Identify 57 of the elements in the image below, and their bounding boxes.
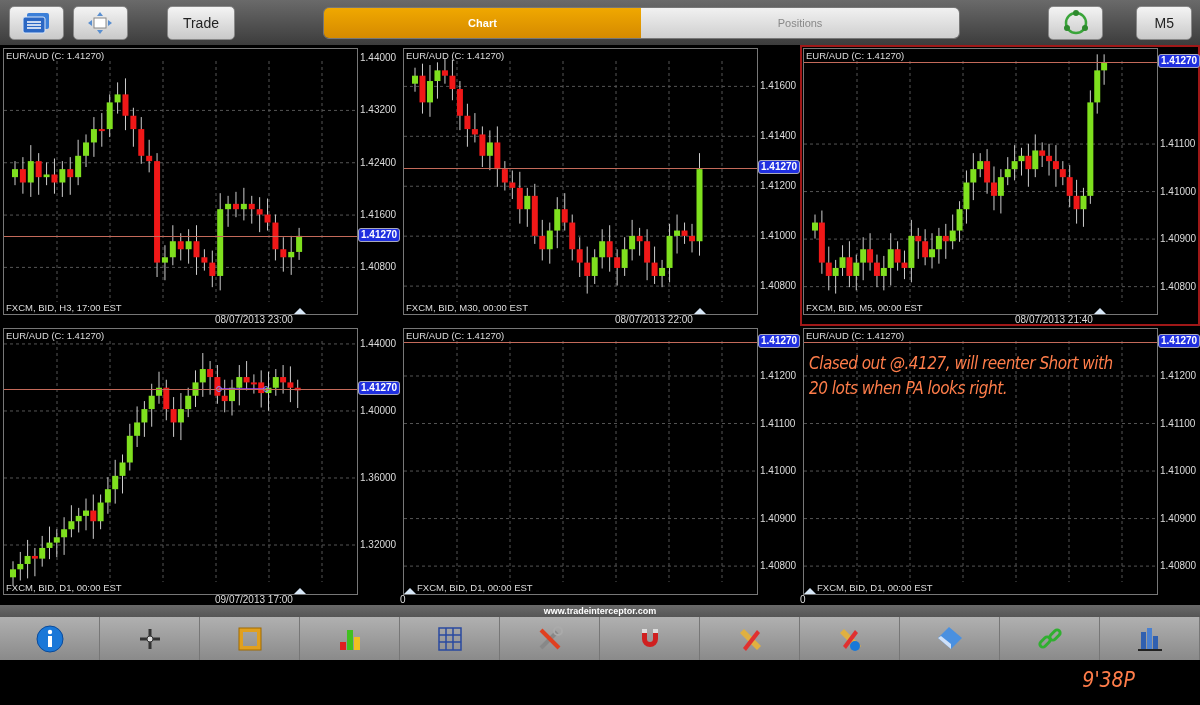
price-axis-label: 1.41000 [1160,464,1197,476]
price-axis-label: 1.44000 [360,337,397,349]
chart-title: EUR/AUD (C: 1.41270) [406,50,505,61]
time-axis-label: 0 [800,594,806,605]
price-tag: 1.41270 [758,334,801,349]
price-axis-label: 1.40800 [760,559,797,571]
trade-button[interactable]: Trade [167,5,235,40]
price-axis-label: 1.41000 [760,229,797,241]
data-source-label: FXCM, BID, H3, 17:00 EST [6,302,122,313]
price-axis-label: 1.40800 [360,260,397,272]
price-axis-label: 1.40800 [1160,280,1197,292]
price-axis-label: 1.41200 [760,369,797,381]
price-axis-label: 1.40800 [760,279,797,291]
price-axis-label: 1.41600 [760,79,797,91]
time-axis-label: 0 [400,594,406,605]
price-axis-label: 1.40000 [360,404,397,416]
chart-title: EUR/AUD (C: 1.41270) [6,50,105,61]
time-axis-label: 08/07/2013 21:40 [1015,314,1093,325]
chart-title: EUR/AUD (C: 1.41270) [6,330,105,341]
price-axis-label: 1.41600 [360,208,397,220]
website-url: www.tradeinterceptor.com [543,606,657,616]
price-tag: 1.41270 [1158,54,1200,69]
price-axis-label: 1.42400 [360,156,397,168]
price-axis-label: 1.40800 [1160,559,1197,571]
price-tag: 1.41270 [758,159,801,174]
price-axis-label: 1.32000 [360,538,397,550]
clock: 9'38P [1082,668,1135,692]
data-source-label: FXCM, BID, M30, 00:00 EST [406,302,528,313]
time-axis-label: 08/07/2013 22:00 [615,314,693,325]
data-source-label: FXCM, BID, M5, 00:00 EST [806,302,923,313]
price-axis-label: 1.41000 [760,464,797,476]
data-source-label: FXCM, BID, D1, 00:00 EST [417,582,533,593]
chart-title: EUR/AUD (C: 1.41270) [406,330,505,341]
price-tag: 1.41270 [358,381,401,396]
price-axis-label: 1.41200 [760,179,797,191]
price-axis-label: 1.41100 [1160,417,1196,428]
price-axis-label: 1.40900 [1160,512,1197,524]
price-axis-label: 1.41100 [1160,137,1196,149]
chart-title: EUR/AUD (C: 1.41270) [806,50,905,61]
price-axis-label: 1.43200 [360,103,397,115]
price-tag: 1.41270 [358,227,401,242]
price-tag: 1.41270 [1158,334,1200,349]
price-axis-label: 1.36000 [360,471,397,483]
price-axis-label: 1.41400 [760,129,797,141]
data-source-label: FXCM, BID, D1, 00:00 EST [817,582,933,593]
handwritten-note: Clased out @.4127, will reenter Short with 20 lots when PA looks right. [809,352,1114,400]
time-axis-label: 09/07/2013 17:00 [215,594,293,605]
price-axis-label: 1.41000 [1160,185,1197,197]
chart-title: EUR/AUD (C: 1.41270) [806,330,905,341]
price-axis-label: 1.40900 [760,512,797,524]
timeframe-button[interactable]: M5 [1136,5,1192,40]
price-axis-label: 1.41100 [760,417,796,428]
data-source-label: FXCM, BID, D1, 00:00 EST [6,582,122,593]
price-axis-label: 1.44000 [360,51,397,63]
price-axis-label: 1.41200 [1160,369,1197,381]
time-axis-label: 08/07/2013 23:00 [215,314,293,325]
price-axis-label: 1.40900 [1160,232,1197,244]
